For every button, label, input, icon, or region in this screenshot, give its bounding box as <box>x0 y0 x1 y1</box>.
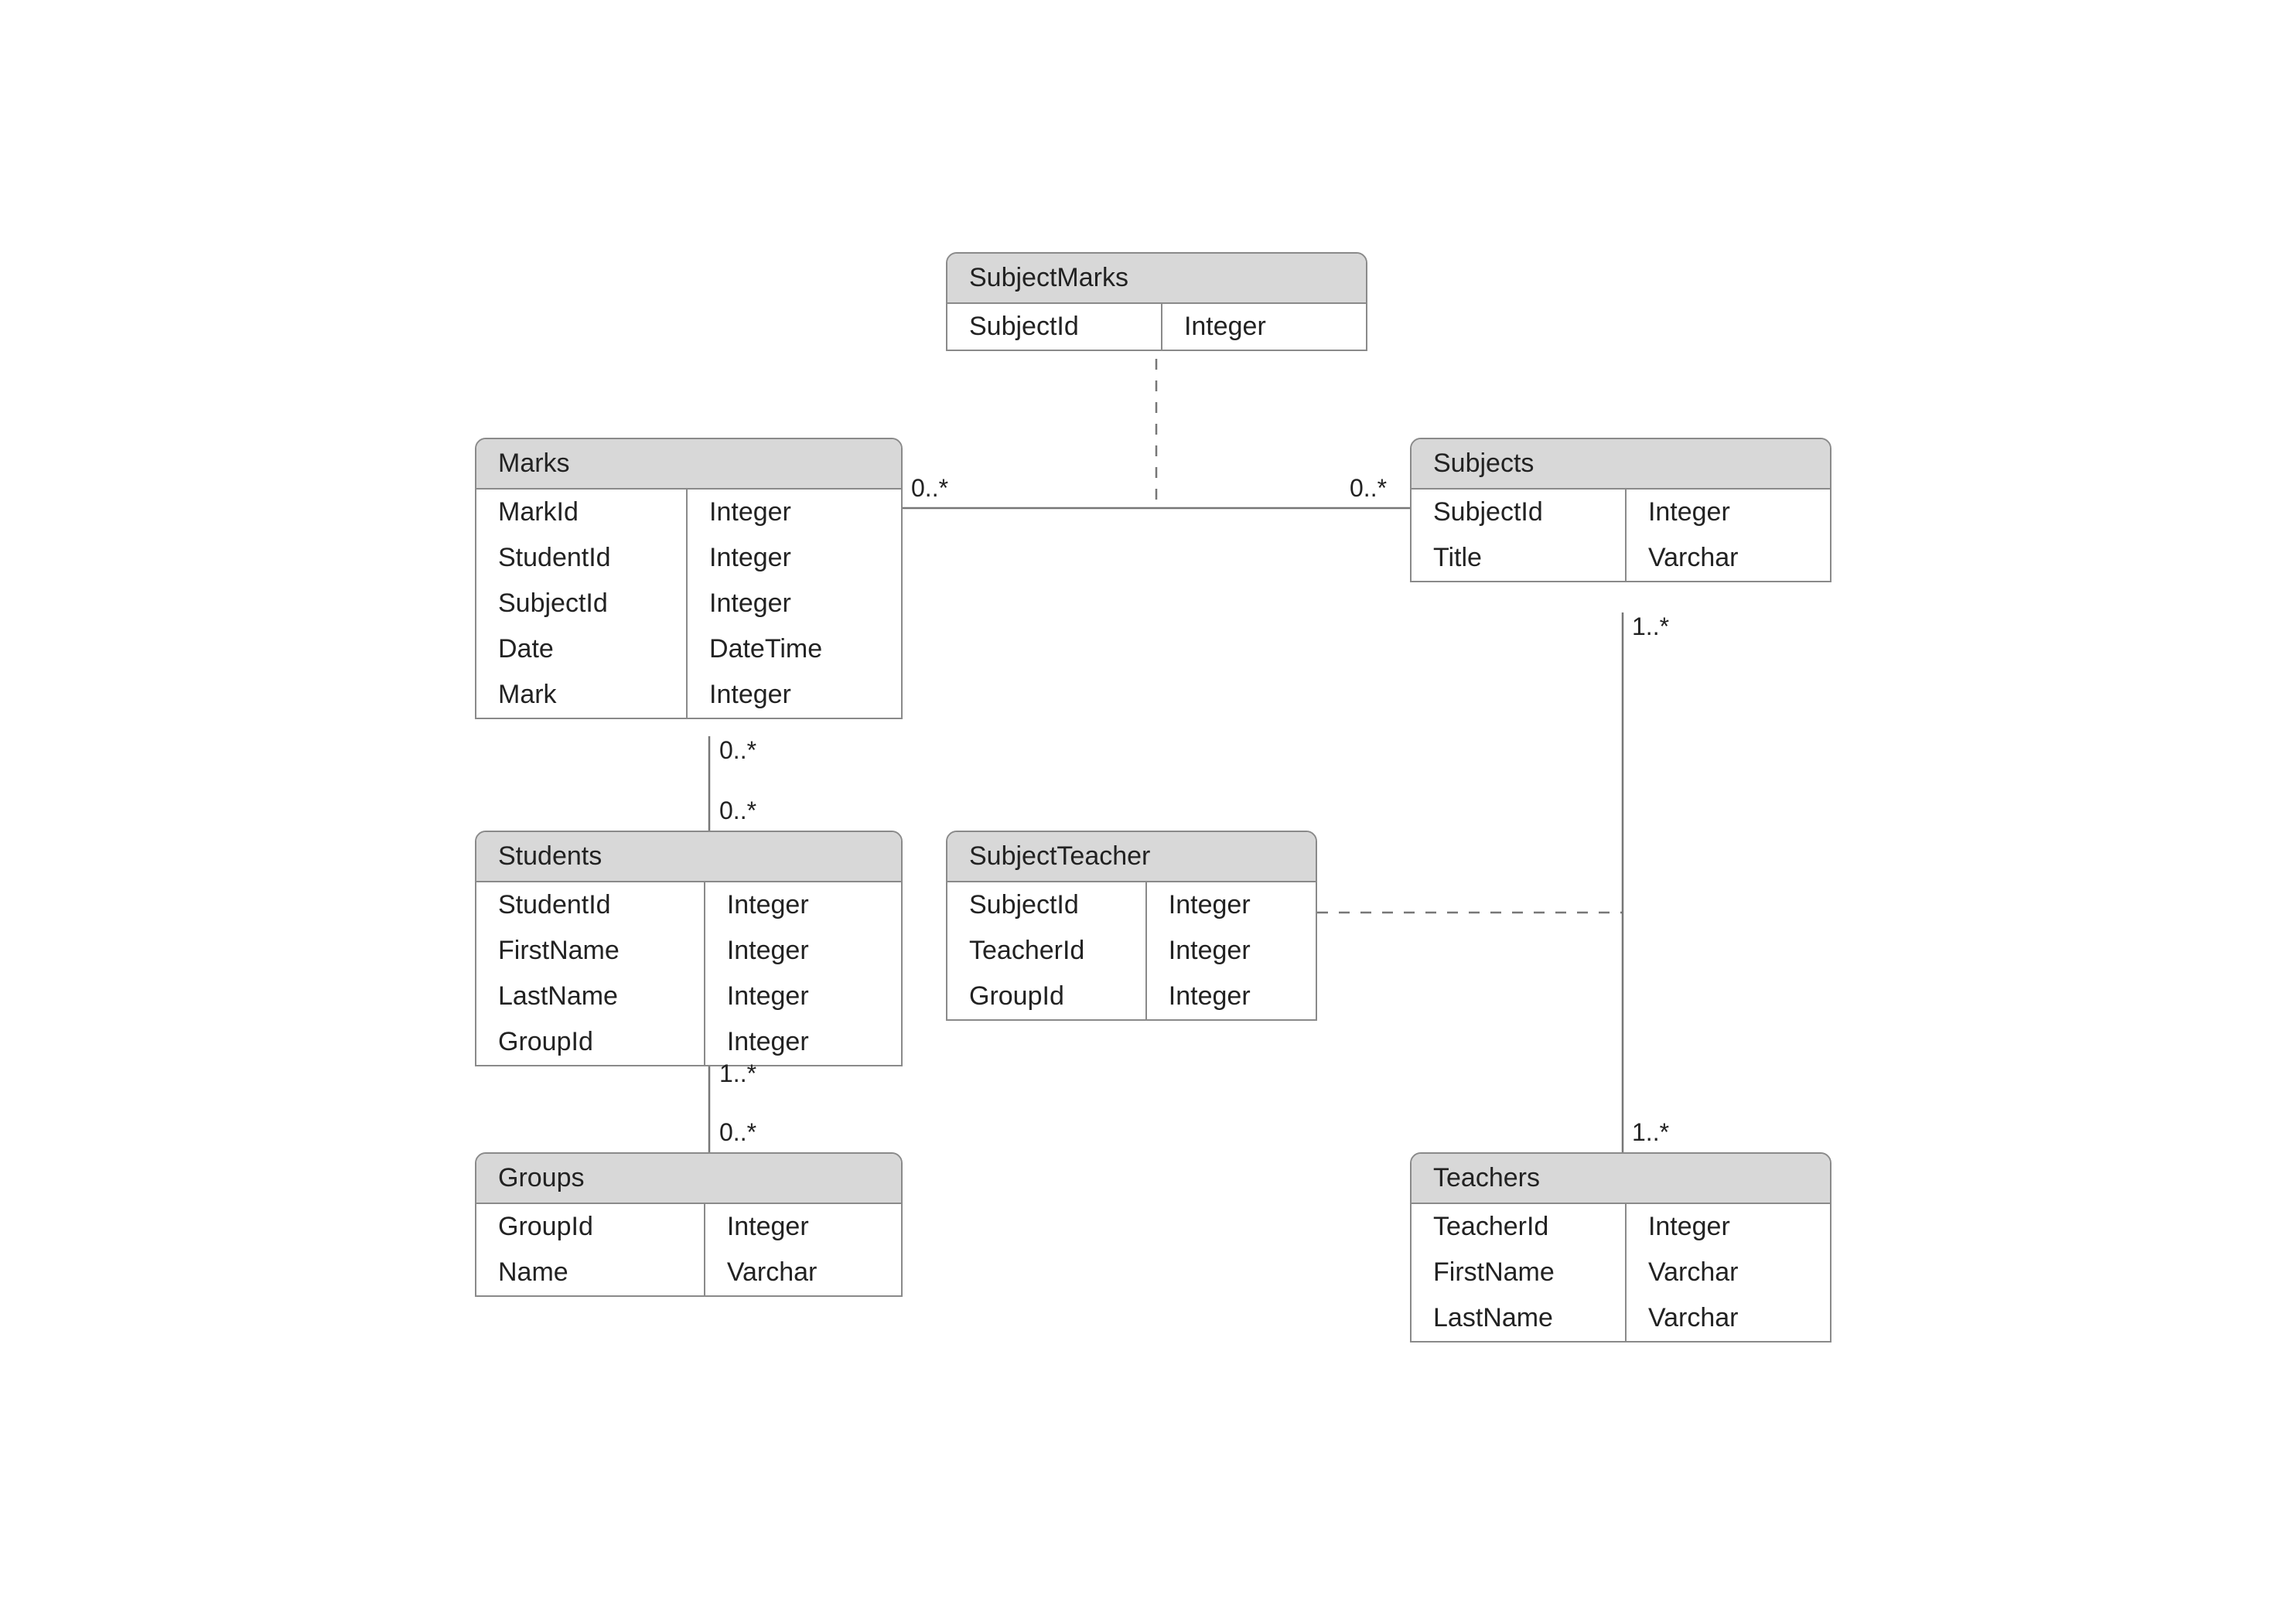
entity-row: FirstNameVarchar <box>1412 1250 1830 1295</box>
col-type: Integer <box>1162 304 1366 350</box>
entity-rows: SubjectIdInteger TitleVarchar <box>1412 490 1830 581</box>
entity-row: TeacherIdInteger <box>1412 1204 1830 1250</box>
entity-row: NameVarchar <box>476 1250 901 1295</box>
multiplicity-marks-right: 0..* <box>911 474 948 503</box>
col-type: Varchar <box>1627 1295 1830 1341</box>
col-type: Integer <box>1147 928 1316 974</box>
col-type: Integer <box>1627 490 1830 535</box>
entity-row: MarkInteger <box>476 672 901 718</box>
entity-teachers: Teachers TeacherIdInteger FirstNameVarch… <box>1410 1152 1831 1343</box>
col-type: Integer <box>705 1019 901 1065</box>
col-type: Varchar <box>1627 1250 1830 1295</box>
entity-title: Teachers <box>1412 1154 1830 1204</box>
col-name: Name <box>476 1250 705 1295</box>
entity-row: LastNameInteger <box>476 974 901 1019</box>
col-name: TeacherId <box>947 928 1147 974</box>
entity-row: LastNameVarchar <box>1412 1295 1830 1341</box>
entity-row: GroupIdInteger <box>947 974 1316 1019</box>
col-name: StudentId <box>476 882 705 928</box>
entity-row: TitleVarchar <box>1412 535 1830 581</box>
entity-students: Students StudentIdInteger FirstNameInteg… <box>475 831 903 1066</box>
col-name: TeacherId <box>1412 1204 1627 1250</box>
entity-rows: SubjectIdInteger TeacherIdInteger GroupI… <box>947 882 1316 1019</box>
col-type: Varchar <box>705 1250 901 1295</box>
col-type: Integer <box>688 672 901 718</box>
col-name: StudentId <box>476 535 688 581</box>
col-name: SubjectId <box>1412 490 1627 535</box>
entity-rows: MarkIdInteger StudentIdInteger SubjectId… <box>476 490 901 718</box>
entity-row: SubjectId Integer <box>947 304 1366 350</box>
entity-row: MarkIdInteger <box>476 490 901 535</box>
entity-title: Groups <box>476 1154 901 1204</box>
col-type: Integer <box>688 535 901 581</box>
entity-row: GroupIdInteger <box>476 1204 901 1250</box>
entity-rows: SubjectId Integer <box>947 304 1366 350</box>
col-type: Integer <box>688 581 901 626</box>
col-name: Date <box>476 626 688 672</box>
entity-row: DateDateTime <box>476 626 901 672</box>
entity-row: SubjectIdInteger <box>476 581 901 626</box>
col-name: LastName <box>476 974 705 1019</box>
multiplicity-marks-bottom: 0..* <box>719 736 756 765</box>
col-type: Integer <box>1147 974 1316 1019</box>
entity-marks: Marks MarkIdInteger StudentIdInteger Sub… <box>475 438 903 719</box>
entity-groups: Groups GroupIdInteger NameVarchar <box>475 1152 903 1297</box>
entity-rows: StudentIdInteger FirstNameInteger LastNa… <box>476 882 901 1065</box>
col-type: Integer <box>705 974 901 1019</box>
entity-row: FirstNameInteger <box>476 928 901 974</box>
col-name: FirstName <box>476 928 705 974</box>
col-name: MarkId <box>476 490 688 535</box>
multiplicity-students-bottom: 1..* <box>719 1059 756 1088</box>
col-name: GroupId <box>476 1204 705 1250</box>
col-name: GroupId <box>476 1019 705 1065</box>
entity-row: TeacherIdInteger <box>947 928 1316 974</box>
entity-rows: GroupIdInteger NameVarchar <box>476 1204 901 1295</box>
multiplicity-subjects-left: 0..* <box>1350 474 1387 503</box>
entity-row: StudentIdInteger <box>476 535 901 581</box>
entity-subjectmarks: SubjectMarks SubjectId Integer <box>946 252 1367 351</box>
entity-row: StudentIdInteger <box>476 882 901 928</box>
entity-row: SubjectIdInteger <box>947 882 1316 928</box>
entity-title: Marks <box>476 439 901 490</box>
entity-title: Students <box>476 832 901 882</box>
col-type: Integer <box>688 490 901 535</box>
entity-row: GroupIdInteger <box>476 1019 901 1065</box>
col-type: Integer <box>1627 1204 1830 1250</box>
multiplicity-teachers-top: 1..* <box>1632 1118 1669 1147</box>
col-name: Title <box>1412 535 1627 581</box>
col-type: DateTime <box>688 626 901 672</box>
col-name: GroupId <box>947 974 1147 1019</box>
multiplicity-students-top: 0..* <box>719 797 756 825</box>
col-type: Integer <box>705 882 901 928</box>
entity-subjects: Subjects SubjectIdInteger TitleVarchar <box>1410 438 1831 582</box>
col-name: SubjectId <box>476 581 688 626</box>
col-type: Integer <box>705 928 901 974</box>
col-type: Integer <box>705 1204 901 1250</box>
col-name: SubjectId <box>947 882 1147 928</box>
multiplicity-subjects-bottom: 1..* <box>1632 612 1669 641</box>
connectors-layer <box>0 0 2294 1624</box>
entity-subjectteacher: SubjectTeacher SubjectIdInteger TeacherI… <box>946 831 1317 1021</box>
col-type: Varchar <box>1627 535 1830 581</box>
col-name: SubjectId <box>947 304 1162 350</box>
entity-row: SubjectIdInteger <box>1412 490 1830 535</box>
col-name: FirstName <box>1412 1250 1627 1295</box>
col-name: LastName <box>1412 1295 1627 1341</box>
col-name: Mark <box>476 672 688 718</box>
er-diagram-canvas: SubjectMarks SubjectId Integer Marks Mar… <box>0 0 2294 1624</box>
entity-title: SubjectMarks <box>947 254 1366 304</box>
entity-title: SubjectTeacher <box>947 832 1316 882</box>
entity-rows: TeacherIdInteger FirstNameVarchar LastNa… <box>1412 1204 1830 1341</box>
multiplicity-groups-top: 0..* <box>719 1118 756 1147</box>
entity-title: Subjects <box>1412 439 1830 490</box>
col-type: Integer <box>1147 882 1316 928</box>
